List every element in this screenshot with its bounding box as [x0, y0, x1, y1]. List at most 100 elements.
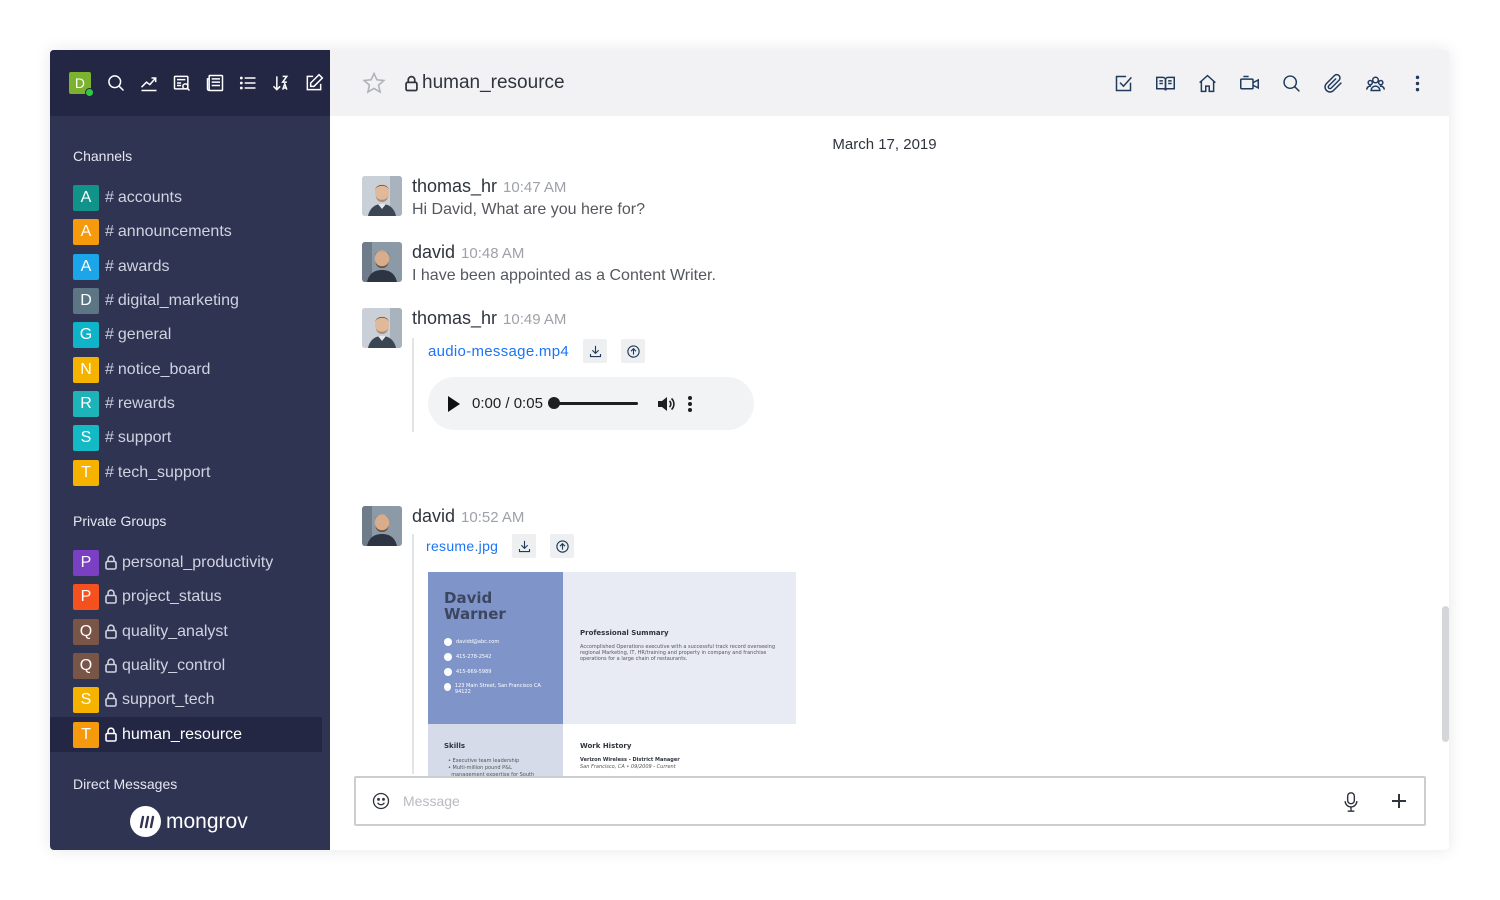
attachment-icon[interactable] [1319, 69, 1347, 97]
direct-messages-section-title: Direct Messages [73, 776, 178, 792]
kebab-menu-icon[interactable] [1403, 69, 1431, 97]
video-icon[interactable] [1235, 69, 1263, 97]
news-icon[interactable] [199, 69, 232, 97]
channels-section-title: Channels [73, 148, 133, 164]
sidebar-item-quality-control[interactable]: Qquality_control [50, 649, 330, 683]
tasks-icon[interactable] [1109, 69, 1137, 97]
hash-icon: # [105, 463, 114, 481]
edit-icon[interactable] [297, 69, 330, 97]
sidebar-item-quality-analyst[interactable]: Qquality_analyst [50, 615, 330, 649]
room-avatar: S [73, 425, 99, 452]
sidebar-item-accounts[interactable]: A # accounts [50, 181, 330, 215]
audio-current-time: 0:00 [472, 395, 502, 412]
message-author[interactable]: thomas_hr [412, 176, 497, 196]
add-icon[interactable] [1389, 791, 1409, 811]
hash-icon: # [105, 223, 114, 241]
sidebar-item-personal-productivity[interactable]: Ppersonal_productivity [50, 546, 330, 580]
message-author[interactable]: thomas_hr [412, 308, 497, 328]
play-icon[interactable] [448, 395, 460, 412]
user-avatar-initial: D [74, 75, 86, 91]
sidebar-item-label: announcements [117, 223, 232, 241]
lock-icon [105, 555, 119, 571]
message-author[interactable]: david [412, 242, 455, 262]
volume-icon[interactable] [656, 395, 676, 413]
resume-contact: 415-278-2542 [444, 653, 491, 661]
sidebar-item-awards[interactable]: A # awards [50, 250, 330, 284]
resume-contact: 415-669-5989 [444, 668, 491, 676]
search-icon[interactable] [1277, 69, 1305, 97]
seek-handle[interactable] [547, 397, 560, 409]
audio-time-separator: / [501, 395, 514, 412]
sidebar-item-announcements[interactable]: A # announcements [50, 215, 330, 249]
room-avatar: N [73, 356, 99, 383]
directory-icon[interactable] [166, 69, 199, 97]
sidebar-item-tech-support[interactable]: T # tech_support [50, 455, 330, 489]
private-group-list: Ppersonal_productivity Pproject_status Qqu… [50, 546, 330, 752]
resume-work-role: Verizon Wireless - District Manager [580, 757, 680, 763]
favorite-star-icon[interactable] [362, 71, 386, 95]
members-icon[interactable] [1361, 69, 1389, 97]
user-avatar[interactable]: D [69, 72, 94, 97]
share-icon[interactable] [550, 534, 575, 558]
microphone-icon[interactable] [1341, 791, 1361, 813]
sidebar-item-support-tech[interactable]: Ssupport_tech [50, 683, 330, 717]
user-avatar-david[interactable] [362, 506, 402, 546]
search-icon[interactable] [100, 69, 133, 97]
lock-icon [105, 658, 119, 674]
room-avatar: G [73, 322, 99, 349]
attachment-link[interactable]: resume.jpg [426, 538, 498, 554]
audio-player: 0:00 / 0:05 [428, 377, 754, 430]
message-scrollbar[interactable] [1442, 606, 1449, 742]
sidebar-item-human-resource[interactable]: Thuman_resource [50, 717, 322, 752]
attachment-link[interactable]: audio-message.mp4 [428, 343, 569, 360]
audio-seek-bar[interactable] [547, 397, 638, 409]
sidebar-item-general[interactable]: G # general [50, 318, 330, 352]
user-avatar-david[interactable] [362, 242, 402, 282]
sidebar-item-support[interactable]: S # support [50, 421, 330, 455]
date-separator: March 17, 2019 [832, 136, 937, 153]
message-author[interactable]: david [412, 506, 455, 526]
share-icon[interactable] [621, 339, 646, 363]
resume-name: David Warner [444, 589, 506, 623]
message-input[interactable] [403, 793, 1303, 809]
room-avatar: A [73, 219, 99, 246]
home-icon[interactable] [1193, 69, 1221, 97]
user-avatar-thomas[interactable] [362, 176, 402, 216]
sidebar-item-label: support [117, 429, 172, 447]
book-icon[interactable] [1151, 69, 1179, 97]
hash-icon: # [105, 257, 114, 275]
user-avatar-thomas[interactable] [362, 308, 402, 348]
resume-image-preview[interactable]: David Warner davidd@abc.com 415-278-2542… [428, 572, 796, 778]
resume-summary: Accomplished Operations executive with a… [580, 644, 775, 662]
hash-icon: # [105, 429, 114, 447]
audio-more-icon[interactable] [687, 395, 692, 413]
resume-skill: • Multi-million pound P&L [448, 765, 512, 771]
trending-icon[interactable] [133, 69, 166, 97]
lock-icon [105, 727, 119, 743]
sidebar-item-label: support_tech [122, 691, 215, 709]
sidebar-item-label: quality_control [122, 657, 226, 675]
download-icon[interactable] [583, 339, 608, 363]
message-text: I have been appointed as a Content Write… [412, 267, 716, 284]
download-icon[interactable] [512, 534, 537, 558]
message-composer [354, 776, 1426, 826]
mongrov-logo-icon [130, 806, 161, 837]
lock-icon [105, 692, 119, 708]
sidebar-item-notice-board[interactable]: N # notice_board [50, 352, 330, 386]
sidebar-item-label: personal_productivity [122, 554, 274, 572]
header-actions [1095, 69, 1431, 97]
sidebar-item-label: project_status [122, 588, 222, 606]
message-timestamp: 10:49 AM [503, 311, 567, 328]
emoji-icon[interactable] [371, 791, 391, 811]
hash-icon: # [105, 326, 114, 344]
sidebar-item-digital-marketing[interactable]: D # digital_marketing [50, 284, 330, 318]
channel-list: A # accounts A # announcements A # awards D # digit… [50, 181, 330, 490]
room-avatar: T [73, 721, 99, 748]
sort-icon[interactable] [264, 69, 297, 97]
sidebar-item-project-status[interactable]: Pproject_status [50, 580, 330, 614]
sidebar-item-label: quality_analyst [122, 622, 228, 640]
resume-summary-title: Professional Summary [580, 629, 669, 637]
list-icon[interactable] [231, 69, 264, 97]
sidebar-item-rewards[interactable]: R # rewards [50, 387, 330, 421]
audio-duration: 0:05 [513, 395, 543, 412]
